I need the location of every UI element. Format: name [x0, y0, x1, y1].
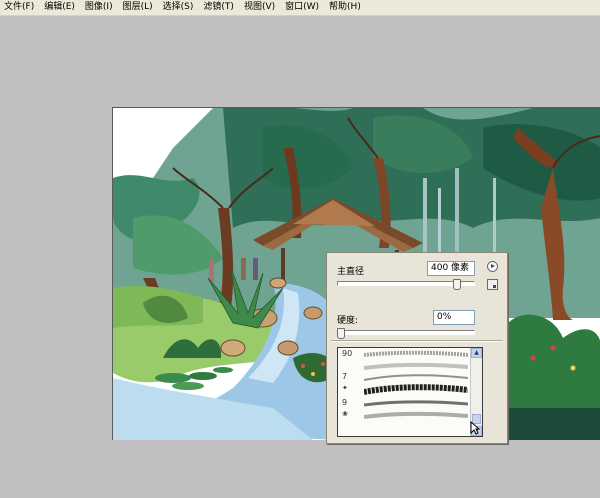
brush-stroke-preview — [364, 411, 468, 419]
menu-image[interactable]: 图像(I) — [81, 0, 117, 15]
menu-layer[interactable]: 图层(L) — [119, 0, 157, 15]
menu-edit[interactable]: 编辑(E) — [40, 0, 79, 15]
brush-stroke-preview — [364, 374, 468, 381]
menu-bar: 文件(F) 编辑(E) 图像(I) 图层(L) 选择(S) 滤镜(T) 视图(V… — [0, 0, 600, 16]
hardness-input[interactable]: 0% — [433, 310, 475, 325]
menu-select[interactable]: 选择(S) — [159, 0, 198, 15]
flyout-arrow-icon[interactable] — [487, 261, 498, 272]
menu-file[interactable]: 文件(F) — [0, 0, 38, 15]
brush-preset-list[interactable]: 90 7 ✦ 9 ❀ ▲ — [337, 347, 483, 437]
scroll-up-icon[interactable]: ▲ — [471, 348, 482, 358]
brush-size-label: 90 — [342, 349, 353, 358]
diameter-label: 主直径 — [337, 267, 365, 277]
new-preset-icon[interactable] — [487, 279, 498, 290]
brush-stroke-preview — [364, 400, 468, 407]
hardness-slider[interactable] — [337, 330, 475, 335]
diameter-input[interactable]: 400 像素 — [427, 261, 475, 276]
brush-icon: ✦ — [342, 384, 348, 392]
brush-size-label: 7 — [342, 372, 348, 381]
brush-size-label: 9 — [342, 398, 348, 407]
brush-icon: ❀ — [342, 410, 348, 418]
brush-stroke-preview — [364, 384, 468, 395]
mouse-cursor-icon — [470, 421, 480, 435]
menu-filter[interactable]: 滤镜(T) — [199, 0, 238, 15]
menu-help[interactable]: 帮助(H) — [325, 0, 365, 15]
diameter-slider-thumb[interactable] — [453, 279, 461, 290]
brush-stroke-preview — [364, 362, 468, 370]
menu-view[interactable]: 视图(V) — [240, 0, 279, 15]
brush-stroke-preview — [364, 350, 468, 357]
hardness-slider-thumb[interactable] — [337, 328, 345, 339]
brush-preset-panel: 主直径 400 像素 硬度: 0% 90 7 ✦ 9 ❀ ▲ — [326, 252, 508, 444]
menu-window[interactable]: 窗口(W) — [281, 0, 323, 15]
hardness-label: 硬度: — [337, 316, 359, 326]
panel-divider — [331, 340, 503, 342]
